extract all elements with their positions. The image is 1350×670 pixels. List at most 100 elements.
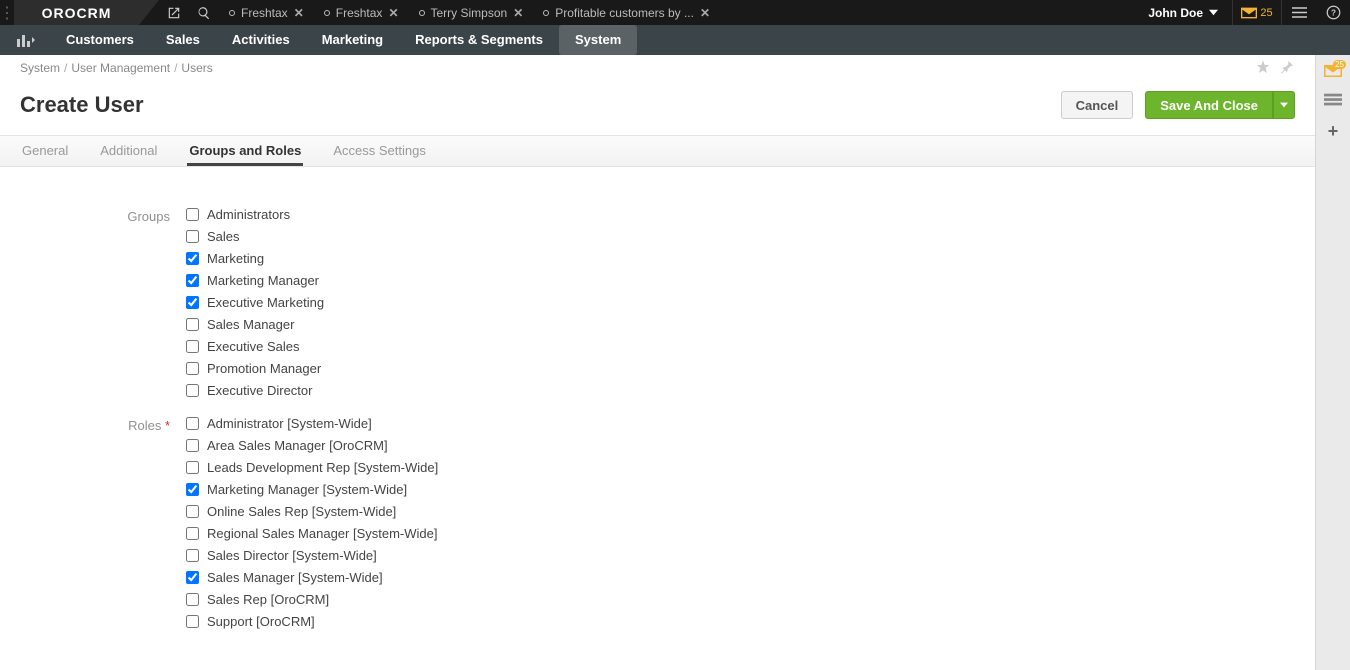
tab-dot-icon: [543, 10, 549, 16]
tab-additional[interactable]: Additional: [98, 143, 159, 166]
nav-reports-segments[interactable]: Reports & Segments: [399, 25, 559, 55]
logo-slant: [139, 0, 159, 25]
pin-icon[interactable]: [1271, 59, 1295, 78]
group-item[interactable]: Marketing: [186, 251, 324, 266]
role-checkbox[interactable]: [186, 549, 199, 562]
breadcrumb-item[interactable]: System: [20, 61, 60, 75]
group-checkbox[interactable]: [186, 296, 199, 309]
browser-tab[interactable]: Terry Simpson ✕: [409, 0, 534, 25]
role-item[interactable]: Marketing Manager [System-Wide]: [186, 482, 438, 497]
favorite-star-icon[interactable]: [1247, 59, 1271, 78]
hamburger-icon[interactable]: [1282, 0, 1316, 25]
group-item[interactable]: Administrators: [186, 207, 324, 222]
user-menu[interactable]: John Doe: [1134, 0, 1232, 25]
sidebar-add-icon[interactable]: +: [1328, 121, 1339, 142]
role-checkbox[interactable]: [186, 483, 199, 496]
role-item[interactable]: Area Sales Manager [OroCRM]: [186, 438, 438, 453]
role-item[interactable]: Sales Rep [OroCRM]: [186, 592, 438, 607]
group-label: Administrators: [207, 207, 290, 222]
group-item[interactable]: Executive Director: [186, 383, 324, 398]
tab-access-settings[interactable]: Access Settings: [331, 143, 428, 166]
group-checkbox[interactable]: [186, 230, 199, 243]
save-and-close-button[interactable]: Save And Close: [1145, 91, 1273, 119]
search-icon[interactable]: [189, 0, 219, 25]
mail-count: 25: [1260, 7, 1272, 19]
role-checkbox[interactable]: [186, 417, 199, 430]
group-checkbox[interactable]: [186, 362, 199, 375]
tab-label: Freshtax: [241, 6, 288, 20]
sidebar-mail-icon[interactable]: 25: [1324, 63, 1342, 82]
tab-close-icon[interactable]: ✕: [513, 6, 523, 20]
group-label: Promotion Manager: [207, 361, 321, 376]
page-container: System/User Management/Users Create User…: [0, 55, 1315, 670]
group-checkbox[interactable]: [186, 340, 199, 353]
role-item[interactable]: Online Sales Rep [System-Wide]: [186, 504, 438, 519]
role-item[interactable]: Sales Manager [System-Wide]: [186, 570, 438, 585]
group-item[interactable]: Promotion Manager: [186, 361, 324, 376]
tab-close-icon[interactable]: ✕: [700, 6, 710, 20]
top-tabbar: ⋮ OROCRM Freshtax✕Freshtax✕Terry Simpson…: [0, 0, 1350, 25]
tab-groups-and-roles[interactable]: Groups and Roles: [187, 143, 303, 166]
group-item[interactable]: Executive Marketing: [186, 295, 324, 310]
browser-tab[interactable]: Profitable customers by ... ✕: [533, 0, 720, 25]
role-item[interactable]: Regional Sales Manager [System-Wide]: [186, 526, 438, 541]
tab-label: Profitable customers by ...: [555, 6, 694, 20]
role-checkbox[interactable]: [186, 593, 199, 606]
tab-close-icon[interactable]: ✕: [388, 6, 398, 20]
browser-tab[interactable]: Freshtax ✕: [314, 0, 409, 25]
app-menu-dots[interactable]: ⋮: [0, 0, 14, 25]
group-checkbox[interactable]: [186, 384, 199, 397]
role-item[interactable]: Sales Director [System-Wide]: [186, 548, 438, 563]
group-item[interactable]: Sales: [186, 229, 324, 244]
nav-marketing[interactable]: Marketing: [306, 25, 399, 55]
nav-sales[interactable]: Sales: [150, 25, 216, 55]
group-checkbox[interactable]: [186, 208, 199, 221]
save-dropdown-toggle[interactable]: [1273, 91, 1295, 119]
role-checkbox[interactable]: [186, 461, 199, 474]
nav-system[interactable]: System: [559, 25, 637, 55]
role-label: Administrator [System-Wide]: [207, 416, 372, 431]
role-checkbox[interactable]: [186, 439, 199, 452]
group-checkbox[interactable]: [186, 318, 199, 331]
tab-general[interactable]: General: [20, 143, 70, 166]
tab-close-icon[interactable]: ✕: [294, 6, 304, 20]
role-label: Area Sales Manager [OroCRM]: [207, 438, 388, 453]
sidebar-list-icon[interactable]: [1324, 92, 1342, 111]
group-label: Marketing Manager: [207, 273, 319, 288]
group-item[interactable]: Sales Manager: [186, 317, 324, 332]
browser-tab[interactable]: Freshtax ✕: [219, 0, 314, 25]
mail-indicator[interactable]: 25: [1232, 0, 1282, 25]
role-item[interactable]: Support [OroCRM]: [186, 614, 438, 629]
group-label: Executive Director: [207, 383, 312, 398]
nav-activities[interactable]: Activities: [216, 25, 306, 55]
role-checkbox[interactable]: [186, 615, 199, 628]
role-checkbox[interactable]: [186, 505, 199, 518]
main-nav: CustomersSalesActivitiesMarketingReports…: [0, 25, 1350, 55]
tab-label: Terry Simpson: [431, 6, 508, 20]
breadcrumb-item[interactable]: Users: [181, 61, 212, 75]
group-item[interactable]: Executive Sales: [186, 339, 324, 354]
form-area: Groups Administrators Sales Marketing Marke…: [0, 183, 1315, 670]
role-checkbox[interactable]: [186, 571, 199, 584]
nav-customers[interactable]: Customers: [50, 25, 150, 55]
role-label: Sales Director [System-Wide]: [207, 548, 377, 563]
group-checkbox[interactable]: [186, 252, 199, 265]
group-item[interactable]: Marketing Manager: [186, 273, 324, 288]
role-item[interactable]: Leads Development Rep [System-Wide]: [186, 460, 438, 475]
cancel-button[interactable]: Cancel: [1061, 91, 1134, 119]
tab-dot-icon: [419, 10, 425, 16]
help-icon[interactable]: ?: [1316, 0, 1350, 25]
tab-dot-icon: [324, 10, 330, 16]
tab-label: Freshtax: [336, 6, 383, 20]
group-label: Executive Marketing: [207, 295, 324, 310]
chevron-down-icon: [1209, 8, 1218, 17]
app-logo[interactable]: OROCRM: [14, 0, 139, 25]
role-item[interactable]: Administrator [System-Wide]: [186, 416, 438, 431]
breadcrumb-item[interactable]: User Management: [71, 61, 170, 75]
role-label: Online Sales Rep [System-Wide]: [207, 504, 396, 519]
group-checkbox[interactable]: [186, 274, 199, 287]
dashboard-icon[interactable]: [12, 29, 40, 51]
role-checkbox[interactable]: [186, 527, 199, 540]
groups-label: Groups: [0, 207, 186, 398]
share-icon[interactable]: [159, 0, 189, 25]
